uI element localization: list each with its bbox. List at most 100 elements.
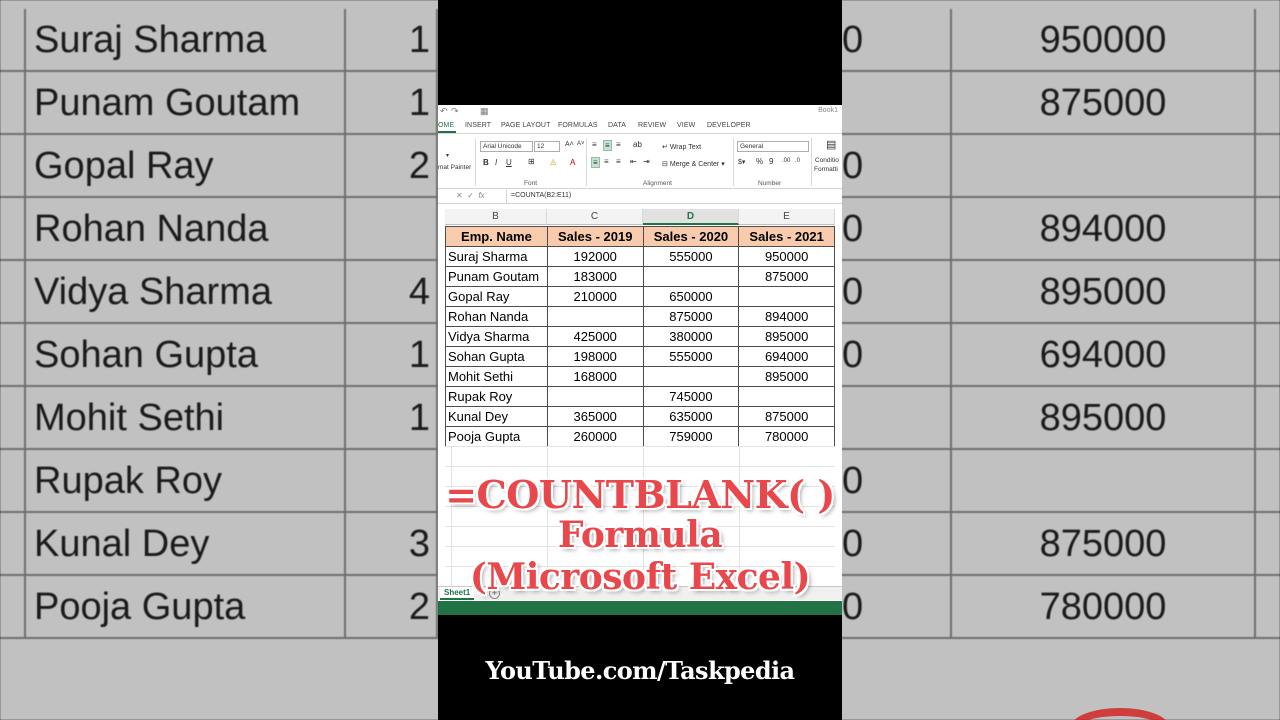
- align-center-icon[interactable]: ≡: [604, 157, 609, 166]
- table-cell[interactable]: Punam Goutam: [445, 266, 548, 287]
- table-cell[interactable]: 365000: [546, 406, 644, 427]
- underline-button[interactable]: U: [506, 158, 512, 167]
- table-cell[interactable]: [546, 306, 644, 327]
- background-cell: Pooja Gupta: [24, 576, 346, 639]
- background-cell: Vidya Sharma: [24, 261, 346, 324]
- align-right-icon[interactable]: ≡: [616, 157, 621, 166]
- table-cell[interactable]: [546, 386, 644, 407]
- align-left-icon[interactable]: ≡: [591, 157, 600, 168]
- font-color-icon[interactable]: A: [570, 158, 575, 167]
- tab-home[interactable]: OME: [438, 119, 457, 133]
- table-cell[interactable]: Kunal Dey: [445, 406, 548, 427]
- copy-chevron-icon[interactable]: ▾: [446, 152, 449, 159]
- conditional-formatting-button-line2[interactable]: Formatti: [814, 166, 838, 173]
- table-cell[interactable]: 555000: [642, 246, 740, 267]
- merge-center-button[interactable]: ⊟ Merge & Center ▾: [662, 160, 725, 168]
- comma-button[interactable]: 9: [769, 157, 773, 166]
- number-format-select[interactable]: General: [737, 141, 809, 152]
- conditional-formatting-icon[interactable]: ▤: [826, 138, 836, 151]
- table-cell[interactable]: 555000: [642, 346, 740, 367]
- table-cell[interactable]: 875000: [642, 306, 740, 327]
- wrap-text-button[interactable]: ↵ Wrap Text: [662, 143, 701, 151]
- redo-icon[interactable]: ↷: [451, 106, 459, 117]
- table-cell[interactable]: 198000: [546, 346, 644, 367]
- column-header-b[interactable]: B: [445, 209, 547, 225]
- tab-insert[interactable]: INSERT: [465, 122, 491, 129]
- tab-page-layout[interactable]: PAGE LAYOUT: [501, 122, 550, 129]
- table-cell[interactable]: [642, 266, 740, 287]
- table-cell[interactable]: 895000: [738, 326, 835, 347]
- table-cell[interactable]: 425000: [546, 326, 644, 347]
- table-cell[interactable]: Sohan Gupta: [445, 346, 548, 367]
- table-cell[interactable]: [738, 386, 835, 407]
- table-cell[interactable]: Rupak Roy: [445, 386, 548, 407]
- font-size-select[interactable]: 12: [534, 141, 560, 152]
- conditional-formatting-button[interactable]: Conditio: [815, 157, 839, 164]
- ribbon-tabs: OME INSERT PAGE LAYOUT FORMULAS DATA REV…: [438, 119, 842, 133]
- enter-icon[interactable]: ✓: [467, 191, 474, 200]
- borders-icon[interactable]: ⊞: [528, 157, 535, 166]
- cancel-icon[interactable]: ✕: [456, 191, 463, 200]
- table-cell[interactable]: 780000: [738, 426, 835, 447]
- tab-data[interactable]: DATA: [608, 122, 626, 129]
- tab-view[interactable]: VIEW: [677, 122, 695, 129]
- table-cell[interactable]: 380000: [642, 326, 740, 347]
- table-cell[interactable]: 210000: [546, 286, 644, 307]
- table-cell[interactable]: 950000: [738, 246, 835, 267]
- table-cell[interactable]: 650000: [642, 286, 740, 307]
- table-cell[interactable]: Pooja Gupta: [445, 426, 548, 447]
- bold-button[interactable]: B: [483, 158, 489, 167]
- table-icon[interactable]: ▦: [480, 106, 489, 117]
- table-cell[interactable]: 694000: [738, 346, 835, 367]
- table-cell[interactable]: 192000: [546, 246, 644, 267]
- decrease-decimal-icon[interactable]: .0: [795, 158, 800, 164]
- table-cell[interactable]: Rohan Nanda: [445, 306, 548, 327]
- table-cell[interactable]: [642, 366, 740, 387]
- formula-bar: ✕ ✓ fx =COUNTA(B2:E11): [438, 190, 842, 204]
- indent-icon[interactable]: ⇤: [630, 157, 637, 166]
- table-cell[interactable]: [738, 286, 835, 307]
- header-cell[interactable]: Emp. Name: [445, 226, 548, 247]
- orientation-icon[interactable]: ab: [633, 140, 642, 149]
- table-cell[interactable]: 168000: [546, 366, 644, 387]
- header-cell[interactable]: Sales - 2020: [642, 226, 740, 247]
- table-cell[interactable]: 759000: [642, 426, 740, 447]
- percent-button[interactable]: %: [756, 157, 763, 166]
- table-cell[interactable]: 875000: [738, 406, 835, 427]
- format-painter-button[interactable]: mat Painter: [438, 164, 471, 171]
- align-bottom-icon[interactable]: ≡: [616, 140, 621, 149]
- undo-icon[interactable]: ↶: [440, 106, 448, 117]
- table-cell[interactable]: 875000: [738, 266, 835, 287]
- table-cell[interactable]: 260000: [546, 426, 644, 447]
- table-cell[interactable]: 745000: [642, 386, 740, 407]
- table-cell[interactable]: 183000: [546, 266, 644, 287]
- align-middle-icon[interactable]: ≡: [603, 140, 612, 151]
- divider: [475, 138, 476, 186]
- table-cell[interactable]: 894000: [738, 306, 835, 327]
- table-cell[interactable]: Mohit Sethi: [445, 366, 548, 387]
- table-cell[interactable]: Suraj Sharma: [445, 246, 548, 267]
- align-top-icon[interactable]: ≡: [592, 140, 597, 149]
- column-header-d[interactable]: D: [643, 209, 739, 225]
- outdent-icon[interactable]: ⇥: [643, 157, 650, 166]
- fill-color-icon[interactable]: ◬: [550, 157, 556, 166]
- table-cell[interactable]: 895000: [738, 366, 835, 387]
- column-header-e[interactable]: E: [739, 209, 835, 225]
- tab-review[interactable]: REVIEW: [638, 122, 666, 129]
- tab-formulas[interactable]: FORMULAS: [558, 122, 598, 129]
- table-cell[interactable]: 635000: [642, 406, 740, 427]
- currency-icon[interactable]: $▾: [738, 158, 745, 166]
- font-name-select[interactable]: Arial Unicode: [480, 141, 533, 152]
- increase-decimal-icon[interactable]: .00: [782, 158, 790, 164]
- header-cell[interactable]: Sales - 2019: [546, 226, 644, 247]
- header-cell[interactable]: Sales - 2021: [738, 226, 835, 247]
- fx-icon[interactable]: fx: [478, 191, 484, 200]
- table-cell[interactable]: Gopal Ray: [445, 286, 548, 307]
- shrink-font-icon[interactable]: A˅: [577, 141, 585, 147]
- table-cell[interactable]: Vidya Sharma: [445, 326, 548, 347]
- tab-developer[interactable]: DEVELOPER: [707, 122, 751, 129]
- italic-button[interactable]: I: [495, 158, 497, 167]
- formula-input[interactable]: =COUNTA(B2:E11): [506, 190, 842, 203]
- column-header-c[interactable]: C: [547, 209, 643, 225]
- grow-font-icon[interactable]: A˄: [565, 141, 574, 148]
